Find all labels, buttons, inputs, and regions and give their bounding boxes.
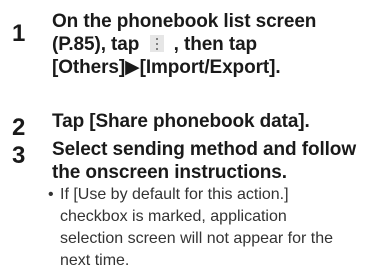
step-line: the onscreen instructions. xyxy=(52,162,287,183)
vertical-dots-menu-icon xyxy=(150,35,165,52)
step-line: Select sending method and follow xyxy=(52,139,356,160)
step-line: [Others]▶[Import/Export]. xyxy=(52,57,281,78)
step-number: 2 xyxy=(12,114,26,141)
note: • If [Use by default for this action.] c… xyxy=(48,184,376,272)
step-number: 1 xyxy=(12,20,26,47)
bullet: • xyxy=(48,186,54,203)
note-line: selection screen will not appear for the xyxy=(60,230,334,247)
step-line: Tap [Share phonebook data]. xyxy=(52,111,310,132)
step-instruction: Select sending method and follow the ons… xyxy=(52,138,376,184)
step-line-part: (P.85), tap xyxy=(52,34,140,55)
step-instruction: Tap [Share phonebook data]. xyxy=(52,110,376,133)
step-number: 3 xyxy=(12,142,26,169)
note-line: If [Use by default for this action.] xyxy=(60,186,289,203)
note-line: next time. xyxy=(60,252,130,269)
step-line-with-icon: (P.85), tap , then tap xyxy=(52,33,376,56)
step-instruction: On the phonebook list screen (P.85), tap… xyxy=(52,10,376,79)
note-line: checkbox is marked, application xyxy=(60,208,287,225)
step-line: On the phonebook list screen xyxy=(52,11,317,32)
step-line-part: , then tap xyxy=(173,34,258,55)
